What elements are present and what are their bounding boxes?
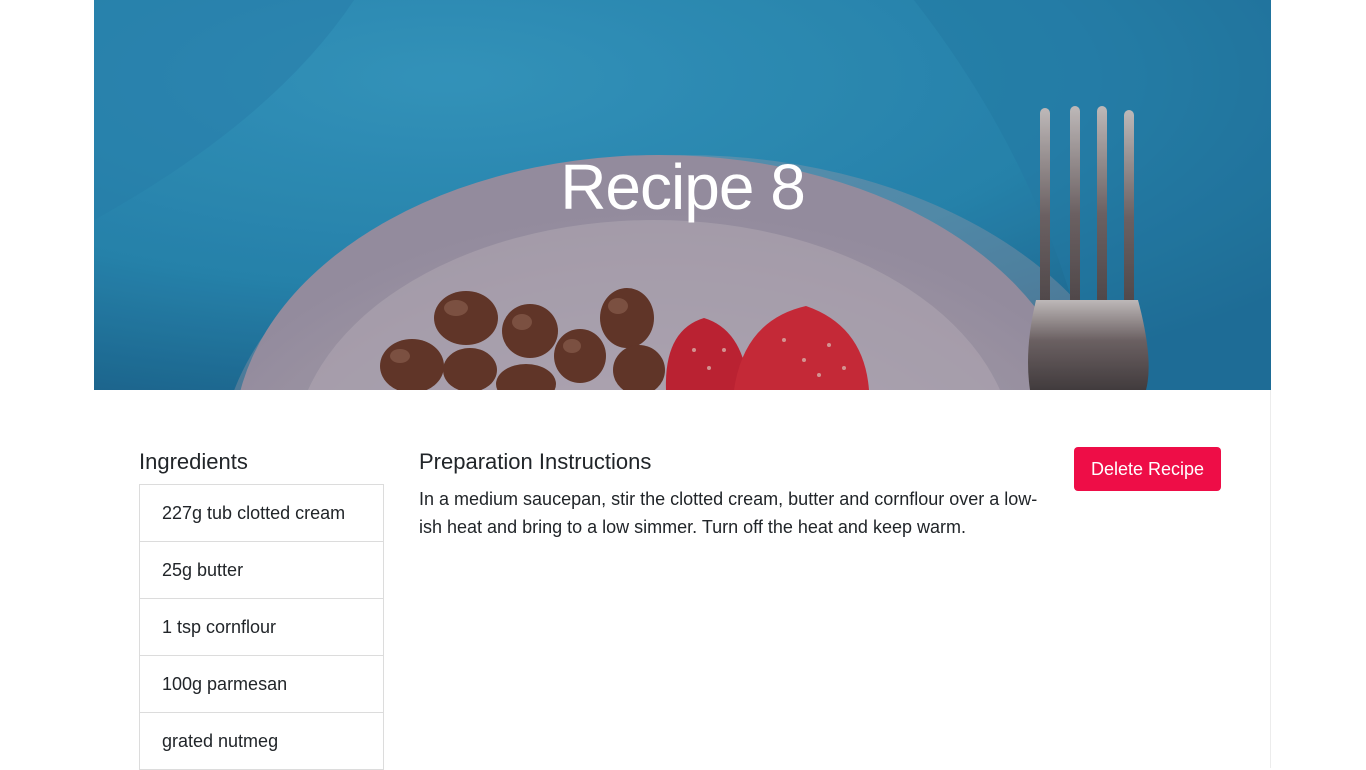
ingredient-list: 227g tub clotted cream 25g butter 1 tsp … [139,484,384,770]
list-item: 100g parmesan [140,656,383,713]
delete-recipe-button[interactable]: Delete Recipe [1074,447,1221,491]
ingredients-section: Ingredients 227g tub clotted cream 25g b… [139,448,384,770]
instructions-heading: Preparation Instructions [419,449,652,474]
recipe-title: Recipe 8 [560,151,806,223]
list-item: 25g butter [140,542,383,599]
recipe-hero: Recipe 8 [94,0,1271,390]
recipe-page: Recipe 8 Ingredients 227g tub clotted cr… [94,0,1271,770]
list-item: grated nutmeg [140,713,383,770]
instructions-text: In a medium saucepan, stir the clotted c… [419,489,1038,537]
list-item: 1 tsp cornflour [140,599,383,656]
instructions-section: Preparation Instructions In a medium sau… [419,448,1049,541]
list-item: 227g tub clotted cream [140,485,383,542]
ingredients-heading: Ingredients [139,449,248,474]
